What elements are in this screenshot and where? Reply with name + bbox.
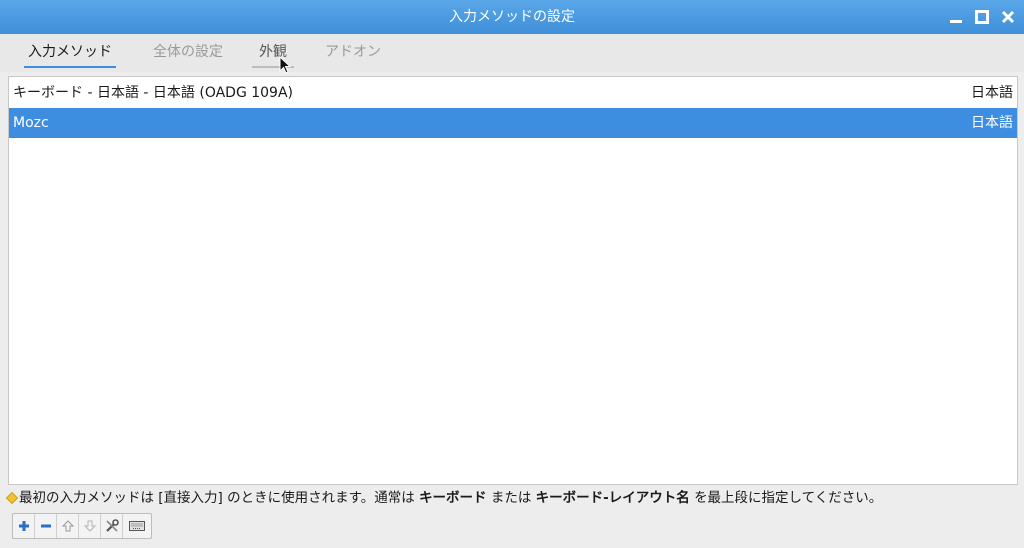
maximize-button[interactable] [974,9,990,25]
hint-diamond-icon [6,492,18,504]
hint-text-3: を最上段に指定してください。 [694,490,883,506]
close-icon [1001,10,1015,24]
input-method-name: キーボード - 日本語 - 日本語 (OADG 109A) [13,85,294,101]
move-down-icon [83,520,96,532]
close-button[interactable] [1000,9,1016,25]
hint-bold-keyboard-layout: キーボード-レイアウト名 [535,490,690,506]
maximize-icon [975,10,989,24]
configure-button[interactable] [101,514,123,538]
tab-bar: 入力メソッド 全体の設定 外観 アドオン [0,34,1024,72]
method-toolbar [12,513,152,539]
window-controls [948,0,1016,34]
input-method-row-selected[interactable]: Mozc 日本語 [9,108,1017,138]
configure-icon [105,519,119,532]
input-method-name: Mozc [13,115,49,131]
mouse-cursor-icon [279,56,291,74]
hint-text-2: または [490,490,532,506]
keyboard-layout-icon [129,521,145,531]
tab-global-settings[interactable]: 全体の設定 [148,34,228,72]
move-down-button[interactable] [79,514,101,538]
keyboard-layout-button[interactable] [123,514,151,538]
minimize-button[interactable] [948,9,964,25]
remove-button[interactable] [35,514,57,538]
input-method-list[interactable]: キーボード - 日本語 - 日本語 (OADG 109A) 日本語 Mozc 日… [8,76,1018,485]
add-icon [18,521,29,531]
minimize-icon [950,20,962,23]
move-up-button[interactable] [57,514,79,538]
move-up-icon [61,520,74,532]
tab-addons[interactable]: アドオン [322,34,384,72]
title-bar[interactable]: 入力メソッドの設定 [0,0,1024,34]
hint-bold-keyboard: キーボード [419,490,487,506]
hint-message: 最初の入力メソッドは [直接入力] のときに使用されます。通常は キーボード ま… [6,487,882,509]
remove-icon [40,524,51,528]
add-button[interactable] [13,514,35,538]
hint-text-1: 最初の入力メソッドは [直接入力] のときに使用されます。通常は [19,490,415,506]
tab-input-methods[interactable]: 入力メソッド [24,34,116,72]
window-title: 入力メソッドの設定 [449,9,575,25]
input-method-row[interactable]: キーボード - 日本語 - 日本語 (OADG 109A) 日本語 [9,78,1017,108]
input-method-language: 日本語 [971,115,1013,131]
input-method-language: 日本語 [971,85,1013,101]
